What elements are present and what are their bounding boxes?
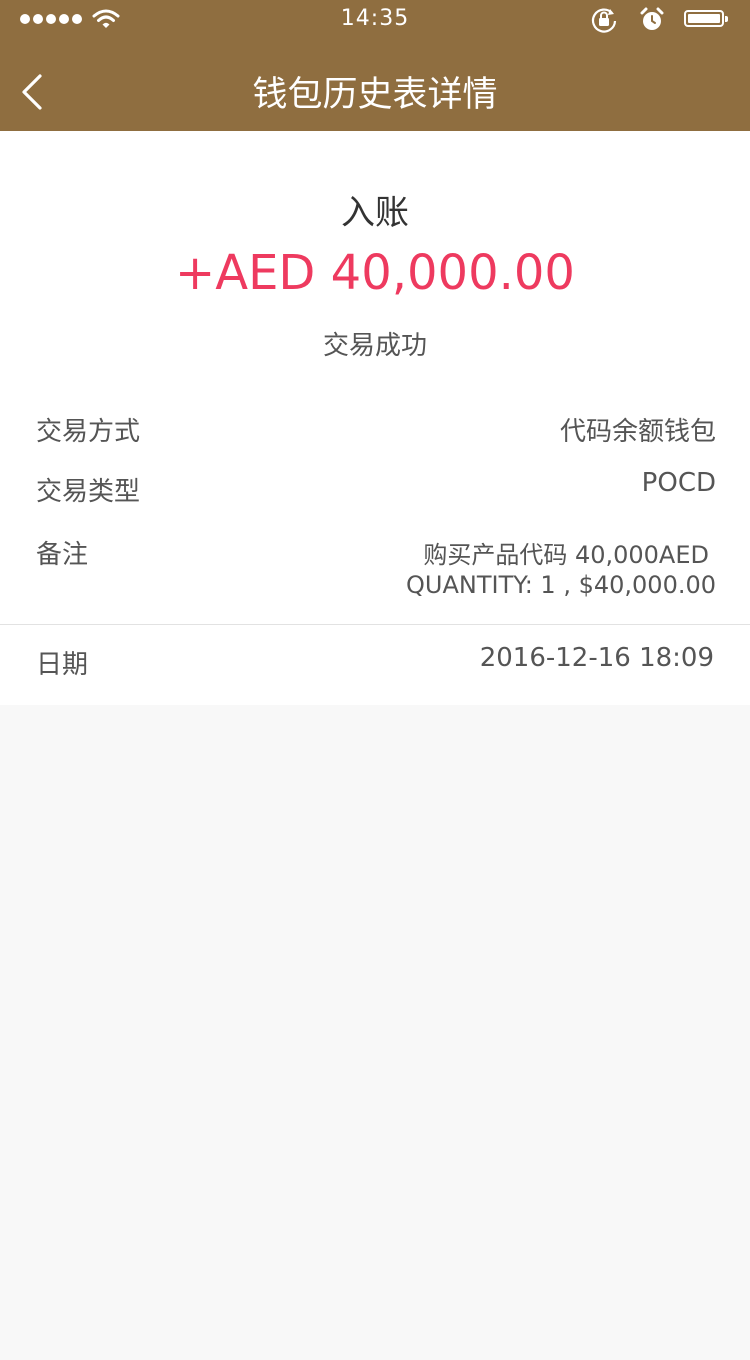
entry-type: 入账 <box>341 193 409 233</box>
method-value: 代码余额钱包 <box>559 417 716 447</box>
nav-bar: 钱包历史表详情 <box>0 40 750 131</box>
app-header: 14:35 钱包历史表详情 <box>0 0 750 131</box>
battery-icon <box>684 10 728 27</box>
status-time: 14:35 <box>340 6 410 31</box>
date-value: 2016-12-16 18:09 <box>479 643 714 673</box>
status-bar: 14:35 <box>0 0 750 40</box>
page-title: 钱包历史表详情 <box>252 75 498 115</box>
divider <box>0 624 750 625</box>
method-label: 交易方式 <box>36 417 141 447</box>
date-label: 日期 <box>36 650 89 680</box>
type-label: 交易类型 <box>36 477 141 507</box>
alarm-icon <box>640 7 664 30</box>
note-line-1: 购买产品代码 40,000AED <box>423 541 709 569</box>
rotation-lock-icon <box>591 8 617 33</box>
transaction-status: 交易成功 <box>322 331 427 361</box>
transaction-detail-card: 入账 +AED 40,000.00 交易成功 交易方式 代码余额钱包 交易类型 … <box>0 131 750 705</box>
note-line-2: QUANTITY: 1 , $40,000.00 <box>406 571 716 599</box>
type-value: POCD <box>641 468 716 498</box>
transaction-amount: +AED 40,000.00 <box>175 245 575 301</box>
note-label: 备注 <box>36 540 89 570</box>
